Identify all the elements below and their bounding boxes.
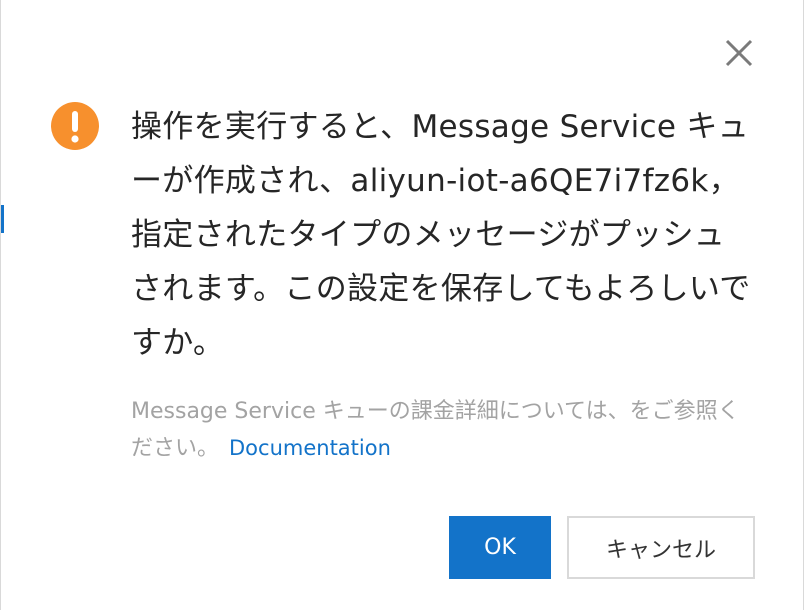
cancel-button[interactable]: キャンセル [567,516,755,579]
exclamation-circle-icon [51,102,99,150]
billing-note-text: Message Service キューの課金詳細については、をご参照ください。 [131,399,740,461]
dialog-message: 操作を実行すると、Message Service キューが作成され、aliyun… [131,109,751,361]
confirm-dialog: 操作を実行すると、Message Service キューが作成され、aliyun… [0,0,804,610]
ok-button[interactable]: OK [449,516,551,579]
close-icon[interactable] [719,33,759,73]
documentation-link[interactable]: Documentation [229,436,391,460]
billing-note: Message Service キューの課金詳細については、をご参照ください。 D… [131,394,751,467]
background-edge-marker [1,205,4,233]
